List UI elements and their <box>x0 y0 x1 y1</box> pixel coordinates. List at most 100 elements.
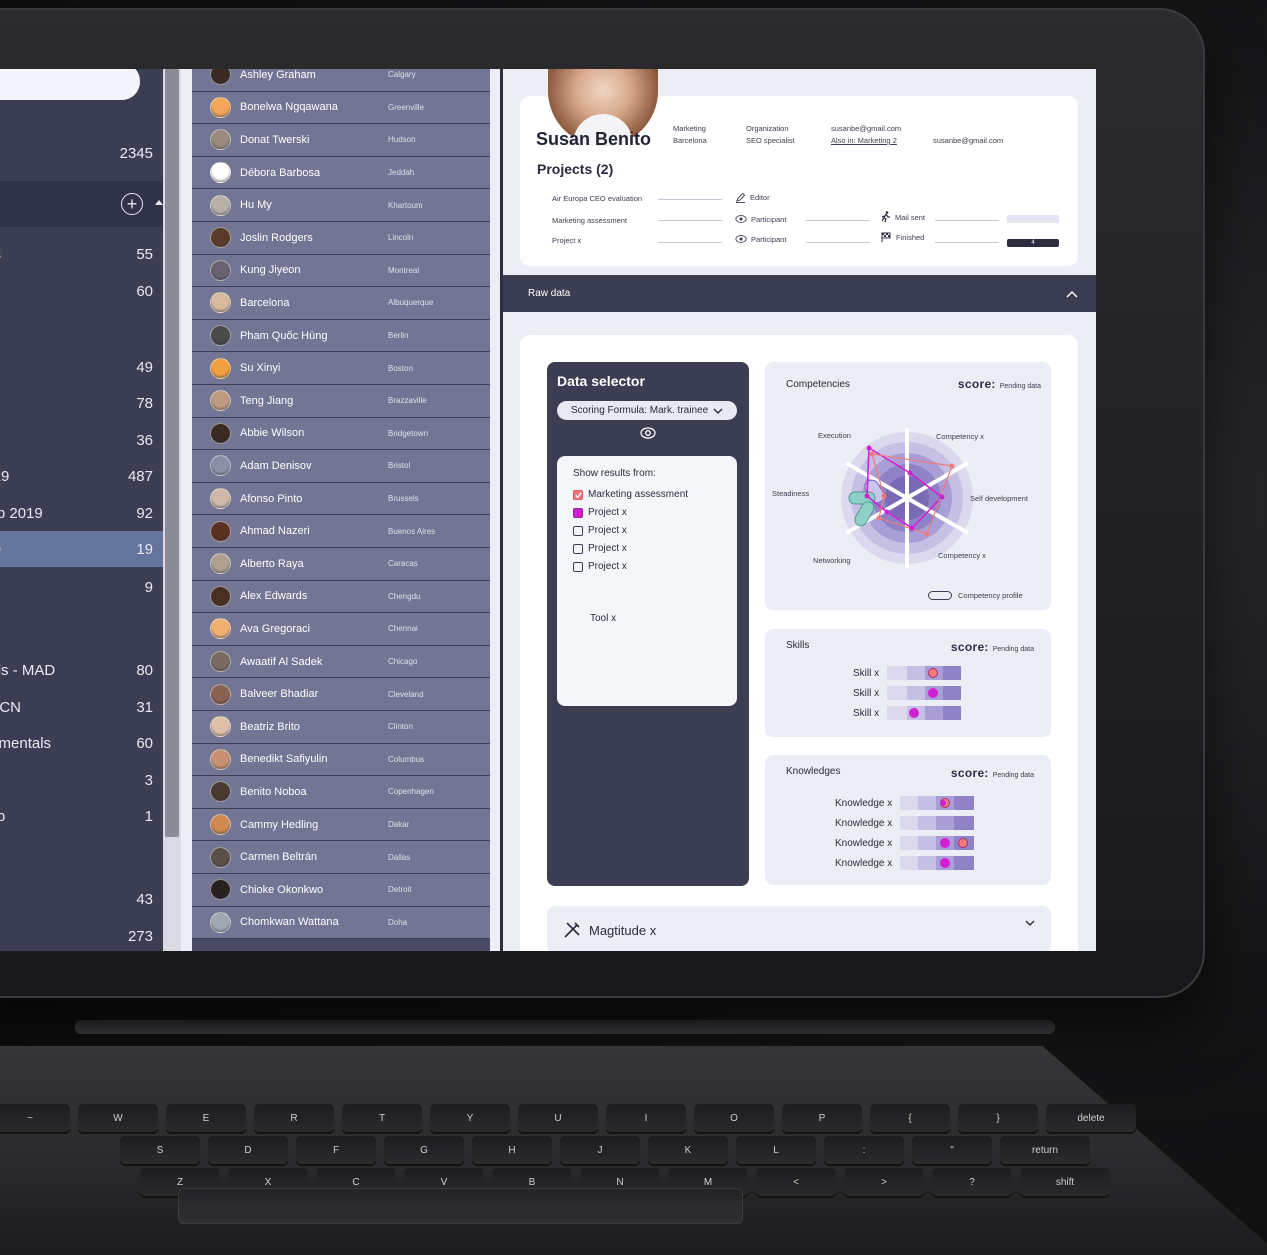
toggle-switch[interactable] <box>928 591 952 600</box>
project-name[interactable]: Project x <box>552 236 581 245</box>
list-item[interactable]: Cammy Hedling Dakar <box>192 808 490 842</box>
list-item[interactable]: Pham Quốc Hùng Berlin <box>192 319 490 353</box>
list-item[interactable]: Chomkwan Wattana Doha <box>192 906 490 940</box>
scrollbar-thumb[interactable] <box>165 69 179 837</box>
add-group-icon[interactable]: + <box>121 193 143 215</box>
chevron-up-icon[interactable] <box>1066 290 1078 298</box>
key-symbol[interactable]: < <box>756 1168 836 1196</box>
checkbox[interactable] <box>573 525 583 536</box>
list-item[interactable]: Su Xinyi Boston <box>192 352 490 385</box>
key-r[interactable]: R <box>254 1104 334 1132</box>
list-item[interactable]: Afonso Pinto Brussels <box>192 482 490 516</box>
key-y[interactable]: Y <box>430 1104 510 1132</box>
key-u[interactable]: U <box>518 1104 598 1132</box>
sidebar-item[interactable]: nce9 <box>0 569 163 605</box>
key-h[interactable]: H <box>472 1136 552 1164</box>
sidebar-item[interactable]: ion - BCN 31 <box>0 689 163 725</box>
project-name[interactable]: Air Europa CEO evaluation <box>552 194 642 203</box>
key-symbol[interactable]: ? <box>932 1168 1012 1196</box>
key-o[interactable]: O <box>694 1104 774 1132</box>
list-item[interactable]: Alberto Raya Caracas <box>192 548 490 581</box>
also-in-link[interactable]: Also in: Marketing 2 <box>831 135 901 147</box>
list-item[interactable]: Alex Edwards Chengdu <box>192 580 490 614</box>
key-d[interactable]: D <box>208 1136 288 1164</box>
magnitude-accordion[interactable]: Magtitude x <box>547 906 1051 951</box>
scoring-formula-select[interactable]: Scoring Formula: Mark. trainee <box>557 401 737 420</box>
result-checkbox[interactable]: Marketing assessment <box>573 489 688 500</box>
key-l[interactable]: L <box>736 1136 816 1164</box>
list-item[interactable]: Benito Noboa Copenhagen <box>192 776 490 809</box>
sidebar-item[interactable]: mentals - MAD 80 <box>0 652 163 688</box>
key-symbol[interactable]: } <box>958 1104 1038 1132</box>
key-i[interactable]: I <box>606 1104 686 1132</box>
sidebar-item[interactable]: 2345 <box>0 135 163 171</box>
list-item[interactable]: Carmen Beltrán Dallas <box>192 841 490 874</box>
result-checkbox[interactable]: Project x <box>573 525 627 536</box>
sidebar-item[interactable]: d78 <box>0 385 163 421</box>
key-e[interactable]: E <box>166 1104 246 1132</box>
sidebar-item[interactable]: 1949 <box>0 349 163 385</box>
sidebar-item[interactable]: nt60 <box>0 273 163 309</box>
key-symbol[interactable]: " <box>912 1136 992 1164</box>
competency-profile-toggle[interactable]: Competency profile <box>928 591 1023 600</box>
sidebar-scrollbar[interactable] <box>163 69 181 951</box>
project-name[interactable]: Marketing assessment <box>552 216 627 225</box>
list-item[interactable]: Ahmad Nazeri Buenos Aires <box>192 515 490 548</box>
key-p[interactable]: P <box>782 1104 862 1132</box>
list-item[interactable]: Donat Twerski Hudson <box>192 124 490 157</box>
list-item[interactable]: Balveer Bhadiar Cleveland <box>192 678 490 711</box>
sidebar-group-header[interactable]: os+ <box>0 181 163 227</box>
key-j[interactable]: J <box>560 1136 640 1164</box>
sidebar-item[interactable]: s43 <box>0 881 163 917</box>
list-item[interactable]: Kung Jiyeon Montreal <box>192 254 490 288</box>
sidebar-item[interactable]: 36 <box>0 422 163 458</box>
key-symbol[interactable]: { <box>870 1104 950 1132</box>
sidebar-item[interactable]: dership 2019 92 <box>0 495 163 531</box>
list-item[interactable]: Joslin Rodgers Lincoln <box>192 222 490 255</box>
sidebar-item[interactable]: dership 1 <box>0 798 163 834</box>
key-symbol[interactable]: : <box>824 1136 904 1164</box>
list-item[interactable]: Bonelwa Ngqawana Greenville <box>192 91 490 125</box>
checkbox[interactable] <box>573 507 583 518</box>
key-g[interactable]: G <box>384 1136 464 1164</box>
eye-icon[interactable] <box>640 427 656 439</box>
sidebar-item[interactable]: evel 13 <box>0 762 163 798</box>
result-checkbox[interactable]: Project x <box>573 561 627 572</box>
caret-up-icon[interactable] <box>155 200 163 205</box>
list-item[interactable]: Débora Barbosa Jeddah <box>192 156 490 190</box>
list-item[interactable]: Chioke Okonkwo Detroit <box>192 874 490 907</box>
list-item[interactable]: Ashley Graham Calgary <box>192 69 490 92</box>
key-f[interactable]: F <box>296 1136 376 1164</box>
checkbox[interactable] <box>573 489 583 500</box>
key-delete[interactable]: delete <box>1046 1104 1136 1132</box>
checkbox[interactable] <box>573 543 583 554</box>
trackpad[interactable] <box>178 1188 743 1224</box>
sidebar-item[interactable]: Fundamentals 60 <box>0 725 163 761</box>
key-return[interactable]: return <box>1000 1136 1090 1164</box>
sidebar-item[interactable]: es 2019 487 <box>0 458 163 494</box>
list-item[interactable]: Beatriz Brito Clinton <box>192 711 490 744</box>
key-s[interactable]: S <box>120 1136 200 1164</box>
list-item[interactable]: Benedikt Safiyulin Columbus <box>192 743 490 777</box>
sidebar-item[interactable]: sadors 55 <box>0 236 163 272</box>
key-symbol[interactable]: > <box>844 1168 924 1196</box>
checkbox[interactable] <box>573 561 583 572</box>
sidebar-item[interactable]: keting273 <box>0 918 163 951</box>
list-item[interactable]: Ava Gregoraci Chennai <box>192 613 490 646</box>
search-input[interactable] <box>0 69 140 100</box>
list-item[interactable]: Hu My Khartoum <box>192 189 490 222</box>
list-item[interactable]: Barcelona Albuquerque <box>192 287 490 320</box>
key-shift[interactable]: shift <box>1020 1168 1110 1196</box>
key-t[interactable]: T <box>342 1104 422 1132</box>
list-item[interactable]: Teng Jiang Brazzaville <box>192 385 490 418</box>
chevron-down-icon[interactable] <box>1025 920 1035 926</box>
raw-data-header[interactable]: Raw data <box>503 275 1096 312</box>
list-item[interactable]: Adam Denisov Bristol <box>192 450 490 483</box>
key-symbol[interactable]: ~ <box>0 1104 70 1132</box>
key-k[interactable]: K <box>648 1136 728 1164</box>
list-item[interactable]: Awaatif Al Sadek Chicago <box>192 645 490 679</box>
result-checkbox[interactable]: Project x <box>573 543 627 554</box>
list-item[interactable]: Abbie Wilson Bridgetown <box>192 417 490 451</box>
result-checkbox[interactable]: Project x <box>573 507 627 518</box>
sidebar-item[interactable]: s 2019 19 <box>0 531 163 567</box>
